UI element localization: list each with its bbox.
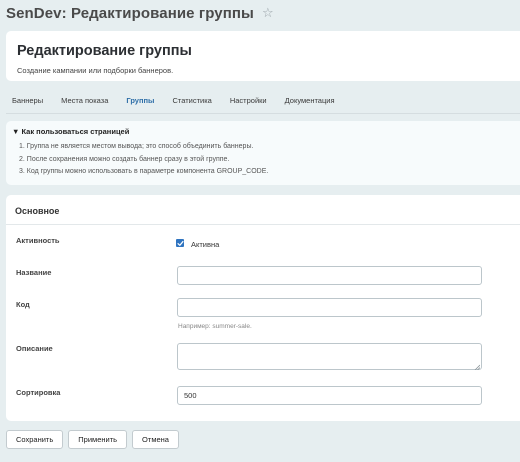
active-label: Активность: [16, 236, 60, 245]
help-toggle[interactable]: ▼ Как пользоваться страницей: [12, 127, 129, 136]
sort-label: Сортировка: [16, 388, 61, 397]
help-item: 2. После сохранения можно создать баннер…: [19, 155, 230, 163]
active-checkbox[interactable]: [176, 239, 184, 247]
section-divider: [6, 224, 520, 225]
code-input[interactable]: [177, 298, 482, 317]
help-list: 1. Группа не является местом вывода; это…: [19, 141, 268, 179]
tab-documentation[interactable]: Документация: [285, 92, 335, 109]
active-checkbox-label[interactable]: Активна: [191, 240, 219, 249]
section-title: Основное: [15, 206, 60, 216]
help-item: 3. Код группы можно использовать в парам…: [19, 168, 269, 175]
form-actions: Сохранить Применить Отмена: [6, 430, 179, 449]
tab-banners[interactable]: Баннеры: [12, 92, 43, 109]
check-icon: [176, 240, 184, 246]
description-label: Описание: [16, 344, 53, 353]
help-box: ▼ Как пользоваться страницей 1. Группа н…: [6, 121, 520, 185]
tab-settings[interactable]: Настройки: [230, 92, 267, 109]
form-card: Основное Активность Активна Название Код…: [6, 195, 520, 421]
tab-groups[interactable]: Группы: [126, 92, 154, 109]
tab-placements[interactable]: Места показа: [61, 92, 108, 109]
apply-button[interactable]: Применить: [68, 430, 128, 449]
cancel-button[interactable]: Отмена: [132, 430, 179, 449]
header-card: Редактирование группы Создание кампании …: [6, 31, 520, 81]
code-hint: Например: summer-sale.: [178, 323, 252, 330]
sort-input[interactable]: [177, 386, 482, 405]
header-title: Редактирование группы: [17, 43, 192, 59]
code-label: Код: [16, 300, 30, 309]
help-item: 1. Группа не является местом вывода; это…: [19, 143, 254, 150]
name-label: Название: [16, 268, 52, 277]
header-subtitle: Создание кампании или подборки баннеров.: [17, 66, 174, 75]
tab-bar: Баннеры Места показа Группы Статистика Н…: [6, 88, 520, 114]
tab-statistics[interactable]: Статистика: [172, 92, 211, 109]
star-icon[interactable]: ☆: [262, 5, 274, 21]
resize-handle-icon[interactable]: [474, 364, 480, 370]
save-button[interactable]: Сохранить: [6, 430, 64, 449]
description-textarea[interactable]: [177, 343, 482, 370]
name-input[interactable]: [177, 266, 482, 285]
page-title: SenDev: Редактирование группы: [6, 4, 254, 22]
title-bar: SenDev: Редактирование группы ☆: [0, 0, 520, 26]
